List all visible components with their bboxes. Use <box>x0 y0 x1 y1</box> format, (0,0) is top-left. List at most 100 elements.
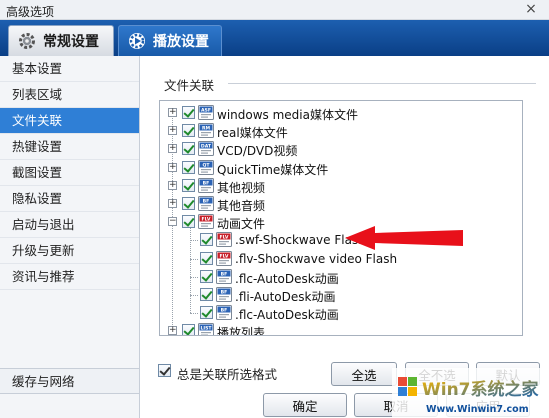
association-checkbox[interactable] <box>182 142 195 156</box>
sidebar-item-basic[interactable]: 基本设置 <box>0 56 139 82</box>
association-checkbox[interactable] <box>200 288 213 301</box>
tab-playback-settings[interactable]: 播放设置 <box>118 25 222 56</box>
association-checkbox[interactable] <box>182 215 195 229</box>
red-arrow-icon <box>345 226 463 250</box>
association-checkbox[interactable] <box>182 197 195 210</box>
tree-connector <box>190 295 198 296</box>
file-type-icon: BF <box>216 287 232 302</box>
title-bar: 高级选项 × <box>0 0 549 20</box>
sidebar-item-screenshot[interactable]: 截图设置 <box>0 160 139 186</box>
close-icon[interactable]: × <box>523 1 539 17</box>
tab-label: 常规设置 <box>43 34 99 50</box>
watermark-url: Www.Winwin7.com <box>426 404 529 415</box>
tree-item-label: .flc-AutoDesk动画 <box>235 271 339 286</box>
association-checkbox[interactable] <box>182 178 195 192</box>
always-associate-checkbox[interactable] <box>158 364 171 377</box>
tree-item-label: .flv-Shockwave video Flash <box>235 251 398 266</box>
tree-row[interactable]: FLV .flv-Shockwave video Flash <box>160 250 522 268</box>
tree-row[interactable]: + BF 其他音频 <box>160 195 522 213</box>
watermark-brand: Win7系统之家 <box>422 379 539 400</box>
file-type-icon: LIST <box>198 323 214 335</box>
file-type-icon: FLV <box>216 250 232 266</box>
association-checkbox[interactable] <box>182 160 195 174</box>
svg-text:LIST: LIST <box>200 326 212 332</box>
select-all-button[interactable]: 全选 <box>331 362 397 386</box>
tree-connector <box>190 240 198 242</box>
association-checkbox[interactable] <box>200 233 213 247</box>
file-type-icon: BF <box>216 305 232 321</box>
tree-item-label: QuickTime媒体文件 <box>217 162 329 177</box>
ok-button[interactable]: 确定 <box>263 393 347 417</box>
sidebar-item-cache-network[interactable]: 缓存与网络 <box>0 368 139 394</box>
tab-general-settings[interactable]: 常规设置 <box>8 25 114 56</box>
tab-label: 播放设置 <box>153 34 209 50</box>
play-settings-icon <box>129 33 145 49</box>
gear-icon <box>19 33 35 49</box>
sidebar-item-list-area[interactable]: 列表区域 <box>0 82 139 108</box>
expand-icon[interactable]: + <box>168 126 177 136</box>
file-type-icon: BF <box>198 196 214 211</box>
association-checkbox[interactable] <box>182 124 195 138</box>
svg-text:BF: BF <box>203 199 210 205</box>
file-type-icon: RM <box>198 123 214 139</box>
tree-item-label: 播放列表 <box>217 326 266 336</box>
svg-text:ASF: ASF <box>201 108 211 114</box>
collapse-icon[interactable]: − <box>168 217 177 227</box>
svg-text:BF: BF <box>221 271 228 277</box>
sidebar-item-privacy[interactable]: 隐私设置 <box>0 186 139 212</box>
tree-row[interactable]: + DAT VCD/DVD视频 <box>160 140 522 158</box>
association-checkbox[interactable] <box>182 324 195 335</box>
file-association-tree[interactable]: + ASF windows media媒体文件 + RM real媒体文件 + DAT VCD/… <box>159 100 523 336</box>
expand-icon[interactable]: + <box>168 199 177 208</box>
tree-row[interactable]: + BF 其他视频 <box>160 177 522 195</box>
watermark-logo: Win7系统之家 Www.Winwin7.com <box>392 368 549 418</box>
file-type-icon: FLV <box>216 232 232 248</box>
file-type-icon: DAT <box>198 141 214 157</box>
file-type-icon: QT <box>198 159 214 175</box>
tree-row[interactable]: BF .flc-AutoDesk动画 <box>160 268 522 286</box>
tree-row[interactable]: + ASF windows media媒体文件 <box>160 104 522 122</box>
tree-item-label: 动画文件 <box>217 217 266 232</box>
tree-item-label: real媒体文件 <box>217 126 288 141</box>
tree-item-label: VCD/DVD视频 <box>217 144 298 159</box>
tab-bar: 常规设置 播放设置 <box>0 20 549 56</box>
tree-item-label: 其他视频 <box>217 180 266 195</box>
file-type-icon: BF <box>198 177 214 193</box>
file-type-icon: BF <box>216 268 232 284</box>
tree-item-label: .fli-AutoDesk动画 <box>235 290 336 304</box>
association-checkbox[interactable] <box>200 251 213 265</box>
tree-row[interactable]: + QT QuickTime媒体文件 <box>160 159 522 177</box>
svg-text:BF: BF <box>221 308 228 314</box>
tree-connector <box>190 258 198 260</box>
sidebar-item-hotkeys[interactable]: 热键设置 <box>0 134 139 160</box>
tree-item-label: 其他音频 <box>217 199 266 213</box>
expand-icon[interactable]: + <box>168 144 177 154</box>
tree-row[interactable]: − FLV 动画文件 <box>160 213 522 231</box>
association-checkbox[interactable] <box>182 106 195 119</box>
svg-text:RM: RM <box>202 126 211 132</box>
tree-row[interactable]: + RM real媒体文件 <box>160 122 522 140</box>
sidebar-item-startup-exit[interactable]: 启动与退出 <box>0 212 139 238</box>
tree-item-label: windows media媒体文件 <box>217 108 358 122</box>
association-checkbox[interactable] <box>200 306 213 320</box>
section-title: 文件关联 <box>164 78 215 93</box>
sidebar-item-file-association[interactable]: 文件关联 <box>0 108 139 134</box>
svg-text:DAT: DAT <box>201 144 212 150</box>
svg-text:FLV: FLV <box>220 253 229 259</box>
expand-icon[interactable]: + <box>168 180 177 190</box>
tree-row[interactable]: + LIST 播放列表 <box>160 322 522 336</box>
tree-connector <box>190 276 198 278</box>
expand-icon[interactable]: + <box>168 162 177 172</box>
association-checkbox[interactable] <box>200 269 213 283</box>
expand-icon[interactable]: + <box>168 326 177 335</box>
tree-connector <box>190 313 198 315</box>
sidebar-item-news[interactable]: 资讯与推荐 <box>0 264 139 290</box>
file-type-icon: ASF <box>198 105 214 120</box>
expand-icon[interactable]: + <box>168 108 177 117</box>
svg-text:BF: BF <box>203 180 210 186</box>
tree-row[interactable]: FLV .swf-Shockwave Flash <box>160 231 522 249</box>
svg-text:FLV: FLV <box>220 235 229 241</box>
sidebar-item-upgrade[interactable]: 升级与更新 <box>0 238 139 264</box>
tree-row[interactable]: BF .flc-AutoDesk动画 <box>160 304 522 322</box>
tree-row[interactable]: BF .fli-AutoDesk动画 <box>160 286 522 304</box>
